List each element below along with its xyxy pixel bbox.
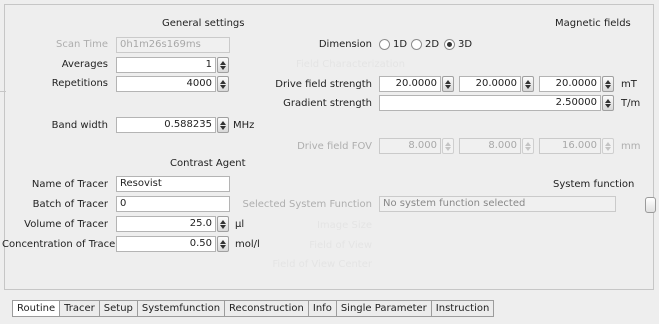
tracer-volume-field[interactable]: 25.0 bbox=[116, 216, 216, 232]
selected-system-function-label: Selected System Function bbox=[242, 199, 372, 210]
bandwidth-spinner[interactable] bbox=[217, 117, 229, 133]
field-of-view-label: Field of View bbox=[309, 240, 372, 251]
tab-systemfunction[interactable]: Systemfunction bbox=[137, 300, 226, 317]
bandwidth-label: Band width bbox=[51, 120, 108, 131]
contrast-agent-header: Contrast Agent bbox=[170, 158, 246, 169]
scan-time-field: 0h1m26s169ms bbox=[116, 37, 230, 53]
general-settings-header: General settings bbox=[162, 18, 245, 29]
dimension-label: Dimension bbox=[318, 39, 372, 50]
magnetic-fields-header: Magnetic fields bbox=[555, 18, 631, 29]
fov-unit: mm bbox=[621, 141, 641, 152]
repetitions-field[interactable]: 4000 bbox=[116, 76, 216, 92]
tab-info[interactable]: Info bbox=[308, 300, 337, 317]
tracer-concentration-label: Concentration of Tracer bbox=[2, 239, 120, 250]
browse-system-function-button[interactable] bbox=[645, 197, 656, 213]
drive-field-x-spinner[interactable] bbox=[442, 76, 454, 92]
averages-spinner[interactable] bbox=[217, 57, 229, 73]
tab-instruction[interactable]: Instruction bbox=[431, 300, 495, 317]
dimension-2d-radio[interactable] bbox=[411, 39, 422, 50]
drive-field-y-field[interactable]: 20.0000 bbox=[459, 76, 521, 92]
drive-field-unit: mT bbox=[621, 79, 637, 90]
tracer-concentration-field[interactable]: 0.50 bbox=[116, 236, 216, 252]
fov-x-spinner bbox=[442, 138, 454, 154]
fov-x-field: 8.000 bbox=[379, 138, 441, 154]
app-window: General settings Scan Time 0h1m26s169ms … bbox=[0, 0, 659, 324]
fov-z-spinner bbox=[602, 138, 614, 154]
tab-routine[interactable]: Routine bbox=[12, 300, 61, 317]
panel-edge-line bbox=[0, 91, 6, 92]
drive-field-label: Drive field strength bbox=[275, 79, 372, 90]
tracer-volume-unit: µl bbox=[235, 219, 245, 230]
bandwidth-unit: MHz bbox=[233, 120, 255, 131]
system-function-header: System function bbox=[553, 179, 635, 190]
dimension-3d-label: 3D bbox=[458, 39, 473, 50]
tracer-batch-field[interactable]: 0 bbox=[116, 196, 230, 212]
drive-field-x-field[interactable]: 20.0000 bbox=[379, 76, 441, 92]
tracer-volume-spinner[interactable] bbox=[217, 216, 229, 232]
fov-z-field: 16.000 bbox=[539, 138, 601, 154]
drive-field-z-spinner[interactable] bbox=[602, 76, 614, 92]
drive-field-fov-label: Drive field FOV bbox=[297, 141, 372, 152]
tab-bar: Routine Tracer Setup Systemfunction Reco… bbox=[12, 300, 495, 317]
dimension-1d-label: 1D bbox=[393, 39, 408, 50]
dimension-1d-radio[interactable] bbox=[379, 39, 390, 50]
tab-setup[interactable]: Setup bbox=[99, 300, 138, 317]
averages-label: Averages bbox=[61, 59, 108, 70]
tab-tracer[interactable]: Tracer bbox=[60, 300, 100, 317]
field-of-view-center-label: Field of View Center bbox=[272, 259, 372, 270]
averages-field[interactable]: 1 bbox=[116, 57, 216, 73]
gradient-strength-spinner[interactable] bbox=[602, 95, 614, 111]
drive-field-y-spinner[interactable] bbox=[522, 76, 534, 92]
selected-system-function-field: No system function selected bbox=[379, 196, 616, 212]
gradient-strength-label: Gradient strength bbox=[283, 98, 372, 109]
drive-field-z-field[interactable]: 20.0000 bbox=[539, 76, 601, 92]
tracer-concentration-spinner[interactable] bbox=[217, 236, 229, 252]
scan-time-label: Scan Time bbox=[56, 39, 108, 50]
bandwidth-field[interactable]: 0.588235 bbox=[116, 117, 216, 133]
repetitions-spinner[interactable] bbox=[217, 76, 229, 92]
tracer-name-label: Name of Tracer bbox=[31, 179, 108, 190]
gradient-strength-unit: T/m bbox=[621, 98, 641, 109]
fov-y-field: 8.000 bbox=[459, 138, 521, 154]
tracer-concentration-unit: mol/l bbox=[235, 239, 260, 250]
fov-y-spinner bbox=[522, 138, 534, 154]
tracer-batch-label: Batch of Tracer bbox=[32, 199, 108, 210]
image-size-label: Image Size bbox=[316, 220, 372, 231]
tracer-volume-label: Volume of Tracer bbox=[24, 219, 108, 230]
field-characterization-label: Field Characterization bbox=[296, 59, 405, 70]
tracer-name-field[interactable]: Resovist bbox=[116, 176, 230, 192]
tab-single-parameter[interactable]: Single Parameter bbox=[336, 300, 432, 317]
dimension-3d-radio[interactable] bbox=[444, 39, 455, 50]
dimension-2d-label: 2D bbox=[425, 39, 440, 50]
tab-reconstruction[interactable]: Reconstruction bbox=[225, 300, 309, 317]
repetitions-label: Repetitions bbox=[51, 78, 108, 89]
gradient-strength-field[interactable]: 2.50000 bbox=[379, 95, 601, 111]
